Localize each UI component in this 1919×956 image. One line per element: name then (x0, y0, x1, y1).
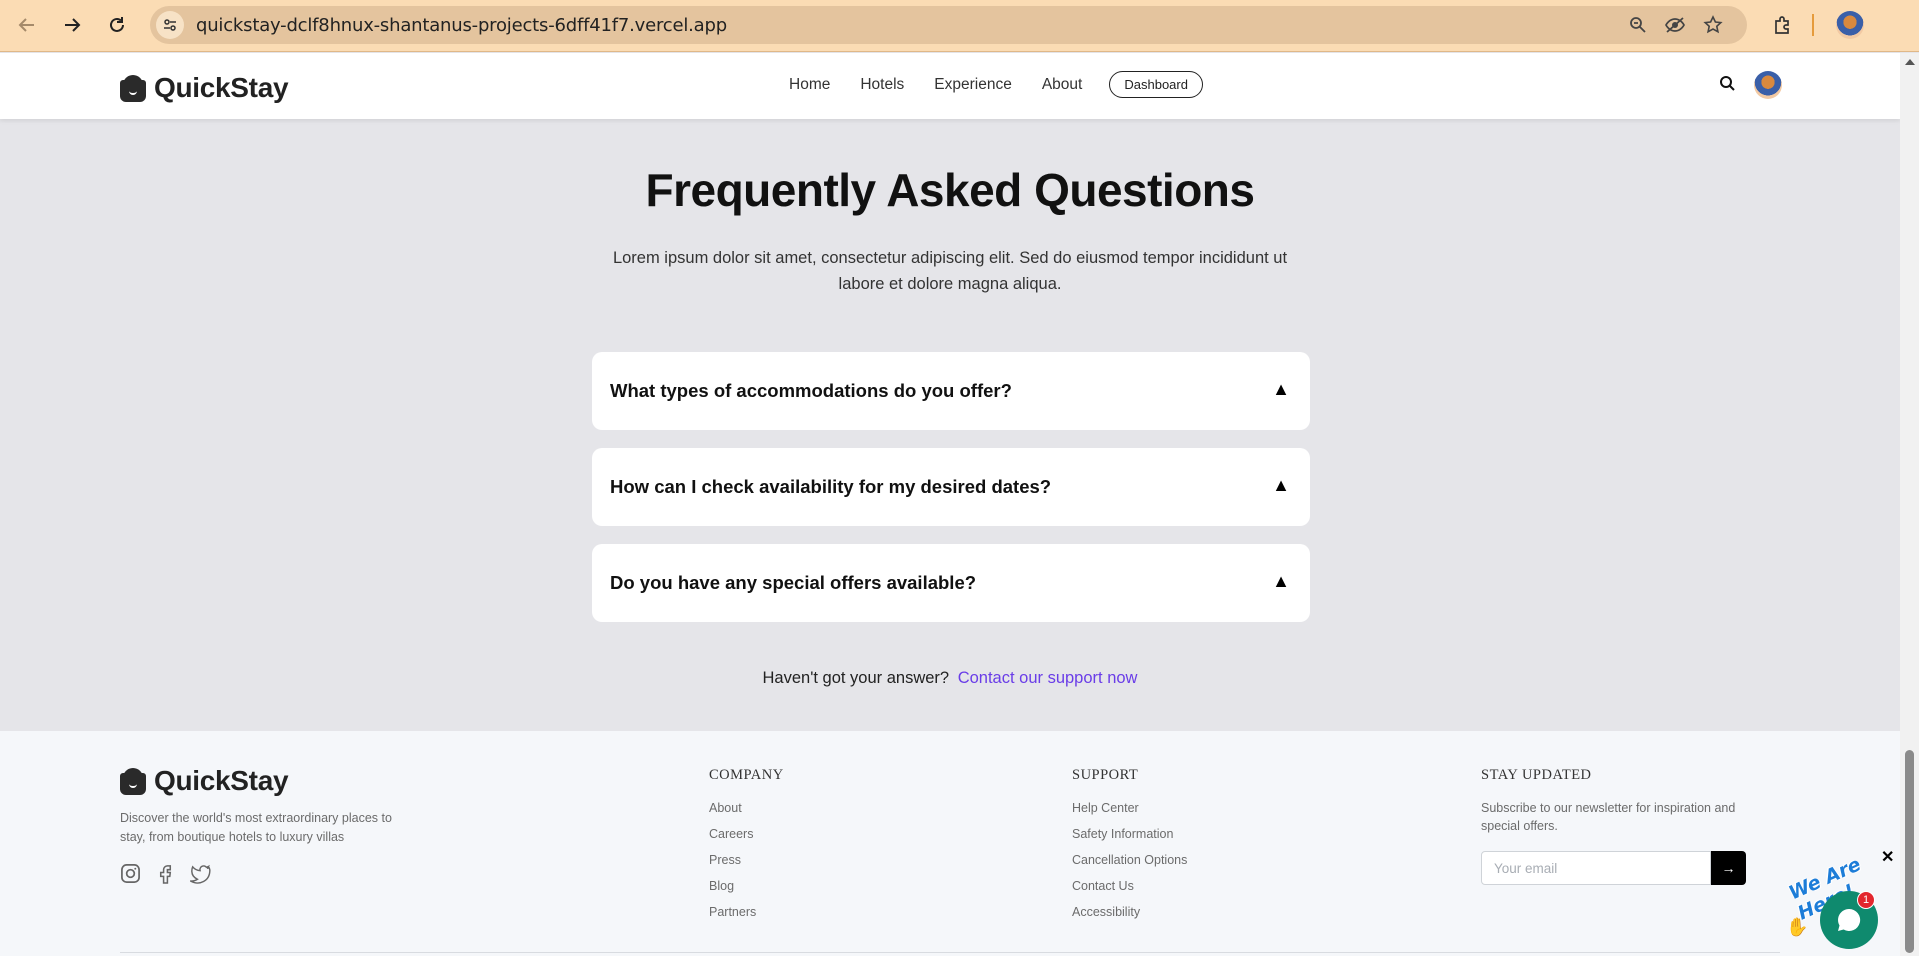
chat-unread-badge: 1 (1857, 891, 1875, 909)
forward-arrow-icon (65, 18, 81, 32)
newsletter-email-input[interactable] (1481, 851, 1711, 885)
waving-hand-icon: ✋ (1786, 917, 1809, 937)
eye-hidden-icon[interactable] (1664, 14, 1686, 36)
site-header: QuickStay Home Hotels Experience About D… (0, 53, 1900, 119)
footer-link-partners[interactable]: Partners (709, 905, 756, 931)
expand-arrow-icon[interactable]: ▲ (1272, 379, 1290, 400)
nav-experience[interactable]: Experience (934, 76, 1012, 94)
newsletter-description: Subscribe to our newsletter for inspirat… (1481, 801, 1736, 833)
header-logo[interactable]: QuickStay (120, 72, 289, 104)
company-column-title: COMPANY (709, 767, 784, 783)
footer-link-blog[interactable]: Blog (709, 879, 756, 905)
facebook-icon[interactable] (155, 863, 176, 884)
company-links: About Careers Press Blog Partners (709, 801, 756, 931)
footer-link-careers[interactable]: Careers (709, 827, 756, 853)
newsletter-submit-button[interactable]: → (1711, 851, 1746, 885)
main-nav: Home Hotels Experience About Dashboard (789, 71, 1203, 98)
faq-title: Frequently Asked Questions (645, 164, 1256, 216)
footer-link-about[interactable]: About (709, 801, 756, 827)
footer-link-cancellation-options[interactable]: Cancellation Options (1072, 853, 1187, 879)
extensions-icon[interactable] (1767, 10, 1797, 40)
dashboard-button[interactable]: Dashboard (1109, 71, 1203, 98)
user-avatar[interactable] (1754, 71, 1782, 99)
instagram-icon[interactable] (120, 863, 141, 884)
footer-divider (120, 952, 1780, 953)
forward-button[interactable] (57, 10, 87, 40)
faq-item[interactable]: What types of accommodations do you offe… (592, 352, 1310, 430)
scroll-up-arrow-icon[interactable] (1905, 59, 1915, 65)
url-text: quickstay-dclf8hnux-shantanus-projects-6… (196, 15, 727, 36)
site-info-icon[interactable] (156, 11, 184, 39)
nav-home[interactable]: Home (789, 76, 830, 94)
zoom-icon[interactable] (1627, 14, 1649, 36)
reload-icon (110, 17, 124, 32)
scrollbar-thumb[interactable] (1905, 750, 1914, 953)
home-logo-icon (120, 767, 146, 795)
support-column-title: SUPPORT (1072, 767, 1139, 783)
chat-bubble-icon (1838, 908, 1861, 931)
twitter-icon[interactable] (190, 863, 211, 884)
footer-description: Discover the world's most extraordinary … (120, 811, 392, 844)
faq-item[interactable]: How can I check availability for my desi… (592, 448, 1310, 526)
footer-link-contact-us[interactable]: Contact Us (1072, 879, 1187, 905)
newsletter-title: STAY UPDATED (1481, 767, 1592, 783)
address-bar[interactable]: quickstay-dclf8hnux-shantanus-projects-6… (150, 6, 1747, 44)
site-footer: QuickStay Discover the world's most extr… (0, 731, 1900, 956)
expand-arrow-icon[interactable]: ▲ (1272, 571, 1290, 592)
search-icon[interactable] (1718, 74, 1738, 94)
faq-question: How can I check availability for my desi… (610, 476, 1052, 497)
footer-brand-name: QuickStay (154, 765, 289, 796)
social-links (120, 863, 211, 884)
browser-profile-avatar[interactable] (1836, 11, 1864, 39)
footer-link-help-center[interactable]: Help Center (1072, 801, 1187, 827)
nav-hotels[interactable]: Hotels (860, 76, 904, 94)
toolbar-divider (1812, 14, 1814, 36)
faq-question: Do you have any special offers available… (610, 572, 977, 593)
faq-support-text: Haven't got your answer? (762, 669, 950, 687)
nav-about[interactable]: About (1042, 76, 1083, 94)
expand-arrow-icon[interactable]: ▲ (1272, 475, 1290, 496)
page-scrollbar[interactable] (1900, 53, 1919, 956)
reload-button[interactable] (102, 10, 132, 40)
faq-question: What types of accommodations do you offe… (610, 380, 1012, 401)
brand-name: QuickStay (154, 72, 289, 103)
contact-support-link[interactable]: Contact our support now (958, 669, 1138, 687)
back-arrow-icon (18, 18, 34, 32)
faq-support-prompt: Haven't got your answer? Contact our sup… (0, 669, 1900, 688)
footer-link-press[interactable]: Press (709, 853, 756, 879)
footer-logo[interactable]: QuickStay (120, 765, 289, 797)
home-logo-icon (120, 74, 146, 102)
faq-subtitle: Lorem ipsum dolor sit amet, consectetur … (612, 249, 1288, 293)
browser-toolbar: quickstay-dclf8hnux-shantanus-projects-6… (0, 0, 1919, 52)
faq-item[interactable]: Do you have any special offers available… (592, 544, 1310, 622)
footer-link-safety-information[interactable]: Safety Information (1072, 827, 1187, 853)
support-links: Help Center Safety Information Cancellat… (1072, 801, 1187, 931)
bookmark-star-icon[interactable] (1702, 14, 1724, 36)
back-button[interactable] (12, 10, 42, 40)
footer-link-accessibility[interactable]: Accessibility (1072, 905, 1187, 931)
